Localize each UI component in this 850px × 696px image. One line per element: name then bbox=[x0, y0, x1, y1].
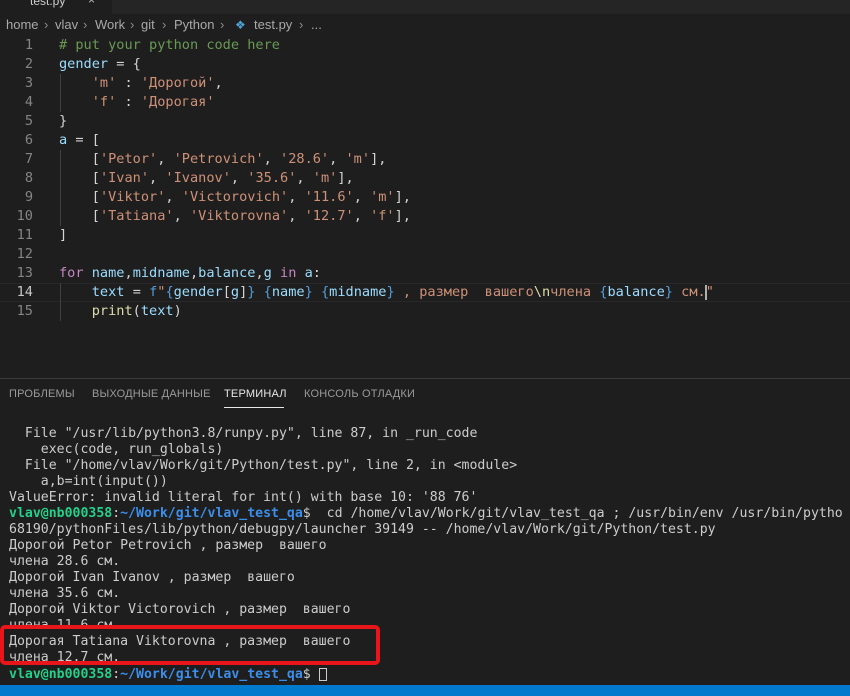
chevron-right-icon: › bbox=[162, 17, 167, 32]
tab-label: test.py bbox=[30, 0, 66, 8]
line-number: 15 bbox=[16, 303, 33, 319]
code-line[interactable]: # put your python code here bbox=[59, 36, 280, 55]
tab-terminal[interactable]: ТЕРМИНАЛ bbox=[224, 388, 287, 400]
terminal-line: exec(code, run_globals) bbox=[9, 442, 224, 457]
highlight-annotation-box bbox=[0, 625, 380, 665]
tab-test-py[interactable]: test.py × bbox=[0, 0, 112, 14]
terminal-line: ValueError: invalid literal for int() wi… bbox=[9, 490, 478, 505]
terminal-prompt-line: vlav@nb000358:~/Work/git/vlav_test_qa$ c… bbox=[9, 506, 843, 522]
code-line[interactable]: ['Petor', 'Petrovich', '28.6', 'm'], bbox=[59, 150, 387, 169]
chevron-right-icon: › bbox=[83, 17, 88, 32]
breadcrumb: home › vlav › Work › git › Python › ❖ te… bbox=[0, 14, 850, 36]
line-number: 10 bbox=[16, 208, 33, 224]
terminal-line: 68190/pythonFiles/lib/python/debugpy/lau… bbox=[9, 522, 716, 537]
prompt-user: vlav@nb000358 bbox=[9, 667, 113, 682]
python-file-icon: ❖ bbox=[235, 18, 246, 32]
breadcrumb-item-work[interactable]: Work bbox=[95, 14, 125, 36]
terminal-line: File "/usr/lib/python3.8/runpy.py", line… bbox=[9, 426, 478, 441]
chevron-right-icon: › bbox=[44, 17, 49, 32]
terminal-output-line: члена 35.6 см. bbox=[9, 586, 121, 601]
chevron-right-icon: › bbox=[220, 17, 225, 32]
code-line-active[interactable]: text = f"{gender[g]} {name} {midname} , … bbox=[59, 283, 714, 302]
line-number: 1 bbox=[24, 37, 33, 53]
prompt-separator: : bbox=[112, 506, 121, 521]
editor-tab-bar: test.py × bbox=[0, 0, 850, 14]
terminal-command: cd /home/vlav/Work/git/vlav_test_qa ; /u… bbox=[310, 506, 843, 521]
code-line[interactable]: for name,midname,balance,g in a: bbox=[59, 264, 321, 283]
code-line[interactable]: a = [ bbox=[59, 131, 100, 150]
chevron-right-icon: › bbox=[299, 17, 304, 32]
breadcrumb-item-python[interactable]: Python bbox=[174, 14, 214, 36]
code-line[interactable]: ['Viktor', 'Victorovich', '11.6', 'm'], bbox=[59, 188, 411, 207]
line-number: 11 bbox=[16, 227, 33, 243]
terminal-cursor bbox=[318, 667, 327, 681]
line-number: 12 bbox=[16, 246, 33, 262]
terminal-output-line: Дорогой Viktor Victorovich , размер ваше… bbox=[9, 602, 351, 617]
breadcrumb-item-git[interactable]: git bbox=[141, 14, 155, 36]
status-bar bbox=[0, 685, 850, 696]
code-line[interactable]: ['Tatiana', 'Viktorovna', '12.7', 'f'], bbox=[59, 207, 411, 226]
line-number: 2 bbox=[24, 56, 33, 72]
line-number: 9 bbox=[24, 189, 33, 205]
tab-debug-console[interactable]: КОНСОЛЬ ОТЛАДКИ bbox=[304, 388, 415, 400]
panel-tab-bar: ПРОБЛЕМЫ ВЫХОДНЫЕ ДАННЫЕ ТЕРМИНАЛ КОНСОЛ… bbox=[0, 379, 850, 409]
prompt-path: ~/Work/git/vlav_test_qa bbox=[120, 506, 303, 521]
code-line[interactable]: 'f' : 'Дорогая' bbox=[59, 93, 215, 112]
terminal-line: a,b=int(input()) bbox=[9, 474, 168, 489]
line-number: 13 bbox=[16, 265, 33, 281]
breadcrumb-item-home[interactable]: home bbox=[6, 14, 39, 36]
line-number: 5 bbox=[24, 113, 33, 129]
line-number: 8 bbox=[24, 170, 33, 186]
breadcrumb-item-symbols[interactable]: ... bbox=[311, 14, 322, 36]
line-number: 3 bbox=[24, 75, 33, 91]
line-number: 4 bbox=[24, 94, 33, 110]
terminal-prompt-line: vlav@nb000358:~/Work/git/vlav_test_qa$ bbox=[9, 667, 327, 683]
terminal-output-line: Дорогой Ivan Ivanov , размер вашего bbox=[9, 570, 295, 585]
breadcrumb-item-vlav[interactable]: vlav bbox=[55, 14, 78, 36]
code-line[interactable]: ] bbox=[59, 226, 67, 245]
code-line[interactable]: } bbox=[59, 112, 67, 131]
terminal-output-line: Дорогой Petor Petrovich , размер вашего bbox=[9, 538, 327, 553]
terminal-output-line: члена 28.6 см. bbox=[9, 554, 121, 569]
prompt-path: ~/Work/git/vlav_test_qa bbox=[120, 667, 303, 682]
line-number: 6 bbox=[24, 132, 33, 148]
code-line[interactable]: ['Ivan', 'Ivanov', '35.6', 'm'], bbox=[59, 169, 354, 188]
code-editor[interactable]: 1 2 3 4 5 6 7 8 9 10 11 12 13 14 15 # pu… bbox=[0, 36, 850, 376]
code-line[interactable]: print(text) bbox=[59, 302, 182, 321]
line-number: 7 bbox=[24, 151, 33, 167]
terminal-line: File "/home/vlav/Work/git/Python/test.py… bbox=[9, 458, 518, 473]
prompt-dollar: $ bbox=[302, 506, 311, 521]
tab-problems[interactable]: ПРОБЛЕМЫ bbox=[9, 388, 75, 400]
code-line[interactable]: 'm' : 'Дорогой', bbox=[59, 74, 223, 93]
code-line[interactable]: gender = { bbox=[59, 55, 141, 74]
close-icon[interactable]: × bbox=[88, 0, 95, 7]
prompt-separator: : bbox=[112, 667, 121, 682]
line-number-active: 14 bbox=[16, 284, 33, 300]
chevron-right-icon: › bbox=[130, 17, 135, 32]
tab-output[interactable]: ВЫХОДНЫЕ ДАННЫЕ bbox=[92, 388, 211, 400]
breadcrumb-item-file[interactable]: test.py bbox=[254, 14, 292, 36]
prompt-dollar: $ bbox=[302, 667, 311, 682]
prompt-user: vlav@nb000358 bbox=[9, 506, 113, 521]
active-tab-indicator bbox=[224, 407, 284, 408]
